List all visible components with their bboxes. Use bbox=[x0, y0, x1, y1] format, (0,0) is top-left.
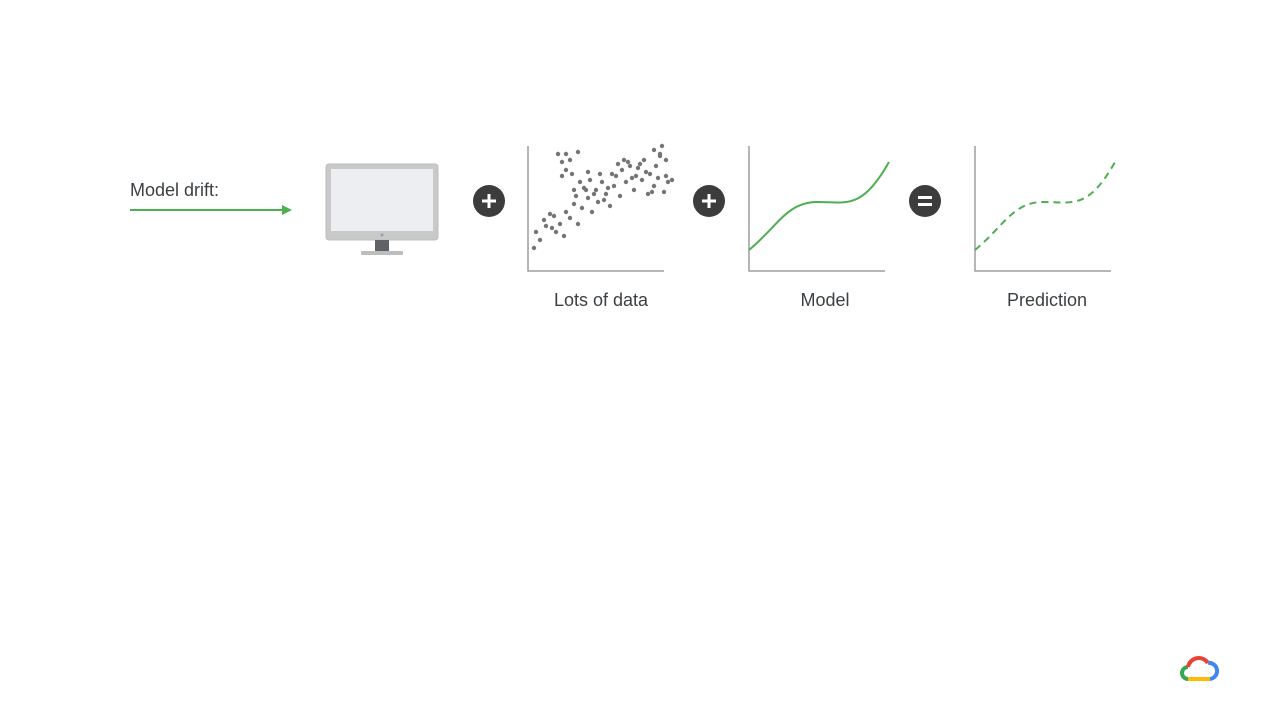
scatter-dot bbox=[571, 201, 577, 207]
scatter-dot bbox=[623, 179, 629, 185]
scatter-dot bbox=[665, 179, 671, 185]
scatter-dot bbox=[533, 229, 539, 235]
scatter-dot bbox=[603, 191, 609, 197]
scatter-dot bbox=[619, 167, 625, 173]
scatter-dot bbox=[593, 187, 599, 193]
scatter-dot bbox=[633, 173, 639, 179]
scatter-dot bbox=[635, 165, 641, 171]
scatter-dot bbox=[645, 191, 651, 197]
scatter-dot bbox=[599, 179, 605, 185]
scatter-dot bbox=[583, 187, 589, 193]
scatter-dot bbox=[657, 153, 663, 159]
scatter-dot bbox=[663, 173, 669, 179]
scatter-dot bbox=[621, 157, 627, 163]
plus-icon bbox=[473, 185, 505, 217]
scatter-dot bbox=[531, 245, 537, 251]
scatter-dot bbox=[661, 189, 667, 195]
scatter-dot bbox=[607, 203, 613, 209]
scatter-dot bbox=[653, 163, 659, 169]
plus-icon bbox=[693, 185, 725, 217]
scatter-dot bbox=[639, 177, 645, 183]
scatter-dot bbox=[637, 161, 643, 167]
scatter-dot bbox=[611, 183, 617, 189]
scatter-dot bbox=[647, 171, 653, 177]
google-cloud-logo-icon bbox=[1180, 656, 1220, 681]
scatter-dot bbox=[567, 157, 573, 163]
scatter-dot bbox=[549, 225, 555, 231]
scatter-dot bbox=[537, 237, 543, 243]
scatter-dot bbox=[563, 151, 569, 157]
equals-icon bbox=[909, 185, 941, 217]
scatter-dot bbox=[613, 173, 619, 179]
scatter-dot bbox=[543, 223, 549, 229]
scatter-dot bbox=[575, 149, 581, 155]
scatter-dot bbox=[649, 189, 655, 195]
model-curve-plot bbox=[748, 146, 890, 272]
scatter-dot bbox=[669, 177, 675, 183]
scatter-dot bbox=[605, 185, 611, 191]
scatter-dot bbox=[563, 209, 569, 215]
prediction-curve-plot bbox=[974, 146, 1116, 272]
scatter-dot bbox=[553, 229, 559, 235]
scatter-dot bbox=[597, 171, 603, 177]
scatter-dot bbox=[573, 193, 579, 199]
model-drift-label: Model drift: bbox=[130, 180, 220, 200]
scatter-dot bbox=[627, 163, 633, 169]
scatter-dot bbox=[629, 175, 635, 181]
scatter-dot bbox=[651, 147, 657, 153]
scatter-dot bbox=[591, 191, 597, 197]
scatter-dot bbox=[541, 217, 547, 223]
scatter-plot bbox=[527, 143, 675, 272]
caption-lots-of-data: Lots of data bbox=[553, 290, 649, 310]
computer-monitor-icon bbox=[325, 163, 439, 255]
scatter-dot bbox=[575, 221, 581, 227]
caption-prediction: Prediction bbox=[1006, 290, 1088, 310]
prediction-dashed-line bbox=[974, 161, 1116, 251]
scatter-dot bbox=[595, 199, 601, 205]
scatter-dot bbox=[659, 143, 665, 149]
scatter-dot bbox=[559, 159, 565, 165]
scatter-dot bbox=[563, 167, 569, 173]
drift-arrow bbox=[130, 205, 292, 215]
model-curve-line bbox=[748, 161, 890, 251]
scatter-dot bbox=[651, 183, 657, 189]
scatter-dot bbox=[631, 187, 637, 193]
scatter-dot bbox=[601, 197, 607, 203]
scatter-dot bbox=[579, 205, 585, 211]
scatter-dot bbox=[557, 221, 563, 227]
scatter-dot bbox=[569, 171, 575, 177]
scatter-dot bbox=[585, 169, 591, 175]
scatter-dot bbox=[609, 171, 615, 177]
scatter-dot bbox=[559, 173, 565, 179]
scatter-dot bbox=[625, 159, 631, 165]
scatter-dot bbox=[571, 187, 577, 193]
scatter-dot bbox=[617, 193, 623, 199]
scatter-dot bbox=[643, 169, 649, 175]
scatter-dot bbox=[587, 177, 593, 183]
caption-model: Model bbox=[800, 290, 850, 310]
scatter-dot bbox=[655, 175, 661, 181]
scatter-dot bbox=[641, 157, 647, 163]
scatter-dot bbox=[615, 161, 621, 167]
scatter-dot bbox=[567, 215, 573, 221]
scatter-dot bbox=[555, 151, 561, 157]
scatter-dot bbox=[547, 211, 553, 217]
scatter-dot bbox=[589, 209, 595, 215]
scatter-dot bbox=[585, 195, 591, 201]
scatter-dot bbox=[577, 179, 583, 185]
scatter-dot bbox=[551, 213, 557, 219]
scatter-dot bbox=[561, 233, 567, 239]
scatter-dot bbox=[663, 157, 669, 163]
